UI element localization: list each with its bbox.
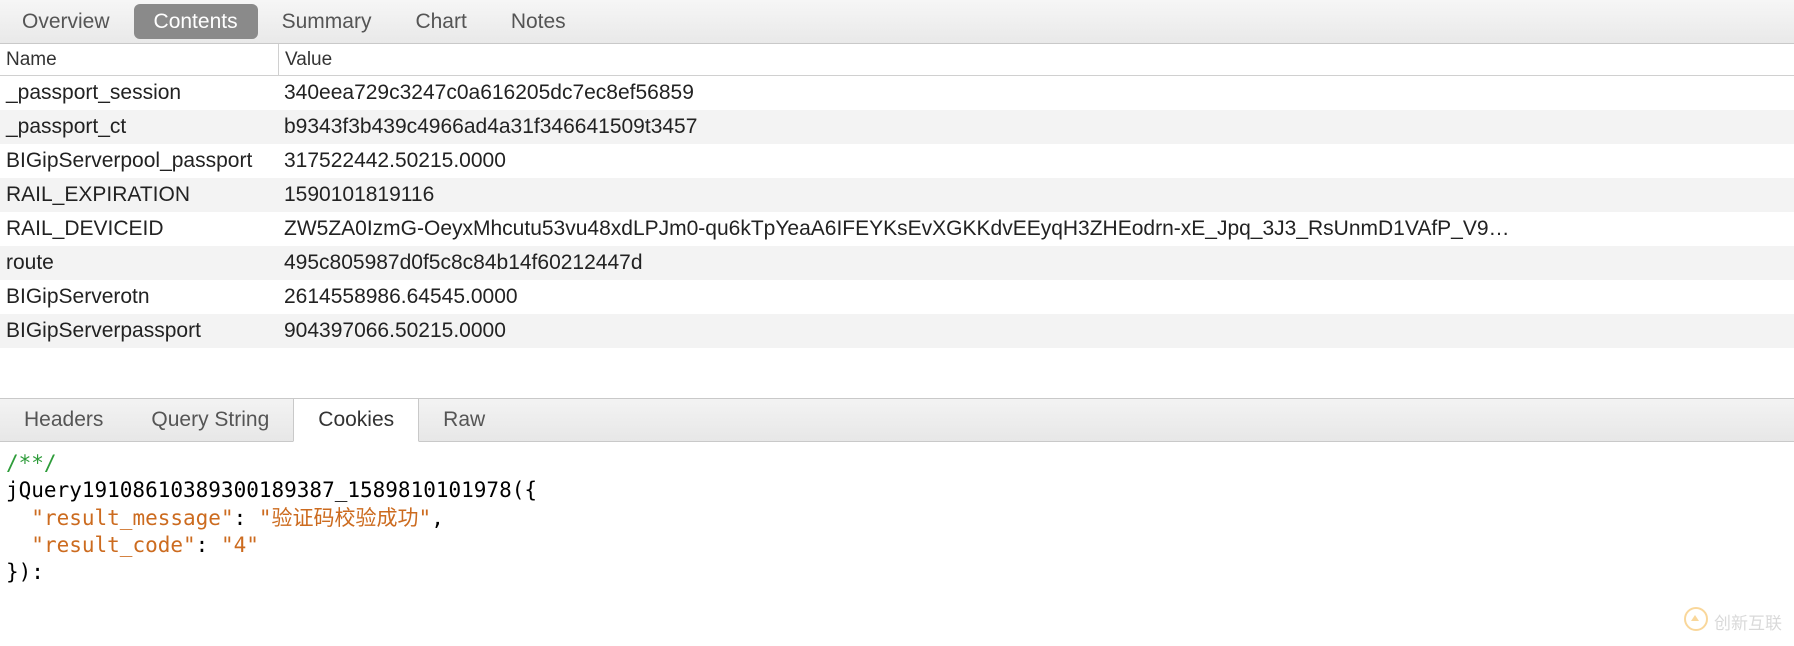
table-row[interactable]: route495c805987d0f5c8c84b14f60212447d bbox=[0, 246, 1794, 280]
cell-name: BIGipServerpassport bbox=[0, 319, 278, 343]
cell-name: RAIL_DEVICEID bbox=[0, 217, 278, 241]
watermark-icon bbox=[1684, 607, 1708, 636]
sub-tab-headers[interactable]: Headers bbox=[0, 399, 127, 441]
sub-tab-raw[interactable]: Raw bbox=[419, 399, 509, 441]
sub-tab-bar: HeadersQuery StringCookiesRaw bbox=[0, 398, 1794, 442]
cell-value: 340eea729c3247c0a616205dc7ec8ef56859 bbox=[278, 81, 1794, 105]
table-row[interactable]: BIGipServerpool_passport317522442.50215.… bbox=[0, 144, 1794, 178]
table-row[interactable]: BIGipServerotn2614558986.64545.0000 bbox=[0, 280, 1794, 314]
cell-name: _passport_ct bbox=[0, 115, 278, 139]
cell-value: 904397066.50215.0000 bbox=[278, 319, 1794, 343]
table-row[interactable]: _passport_ctb9343f3b439c4966ad4a31f34664… bbox=[0, 110, 1794, 144]
table-header: Name Value bbox=[0, 44, 1794, 76]
table-row[interactable]: RAIL_DEVICEIDZW5ZA0IzmG-OeyxMhcutu53vu48… bbox=[0, 212, 1794, 246]
cell-value: 1590101819116 bbox=[278, 183, 1794, 207]
cell-name: _passport_session bbox=[0, 81, 278, 105]
cell-value: 2614558986.64545.0000 bbox=[278, 285, 1794, 309]
table-row[interactable]: _passport_session340eea729c3247c0a616205… bbox=[0, 76, 1794, 110]
spacer bbox=[0, 348, 1794, 398]
cell-name: BIGipServerotn bbox=[0, 285, 278, 309]
cell-value: b9343f3b439c4966ad4a31f346641509t3457 bbox=[278, 115, 1794, 139]
tab-notes[interactable]: Notes bbox=[489, 0, 588, 43]
column-header-name[interactable]: Name bbox=[0, 49, 278, 71]
cell-name: BIGipServerpool_passport bbox=[0, 149, 278, 173]
watermark: 创新互联 bbox=[1684, 607, 1782, 636]
cell-name: route bbox=[0, 251, 278, 275]
table-body: _passport_session340eea729c3247c0a616205… bbox=[0, 76, 1794, 348]
column-header-value[interactable]: Value bbox=[278, 44, 1794, 75]
tab-summary[interactable]: Summary bbox=[260, 0, 394, 43]
cell-name: RAIL_EXPIRATION bbox=[0, 183, 278, 207]
tab-overview[interactable]: Overview bbox=[0, 0, 132, 43]
sub-tab-cookies[interactable]: Cookies bbox=[293, 399, 419, 442]
cell-value: 495c805987d0f5c8c84b14f60212447d bbox=[278, 251, 1794, 275]
top-tab-bar: OverviewContentsSummaryChartNotes bbox=[0, 0, 1794, 44]
cell-value: 317522442.50215.0000 bbox=[278, 149, 1794, 173]
cell-value: ZW5ZA0IzmG-OeyxMhcutu53vu48xdLPJm0-qu6kT… bbox=[278, 217, 1794, 241]
table-row[interactable]: BIGipServerpassport904397066.50215.0000 bbox=[0, 314, 1794, 348]
tab-chart[interactable]: Chart bbox=[393, 0, 488, 43]
sub-tab-query-string[interactable]: Query String bbox=[127, 399, 293, 441]
tab-contents[interactable]: Contents bbox=[134, 4, 258, 39]
table-row[interactable]: RAIL_EXPIRATION1590101819116 bbox=[0, 178, 1794, 212]
response-body[interactable]: /**/ jQuery19108610389300189387_15898101… bbox=[0, 442, 1794, 586]
watermark-text: 创新互联 bbox=[1714, 609, 1782, 634]
